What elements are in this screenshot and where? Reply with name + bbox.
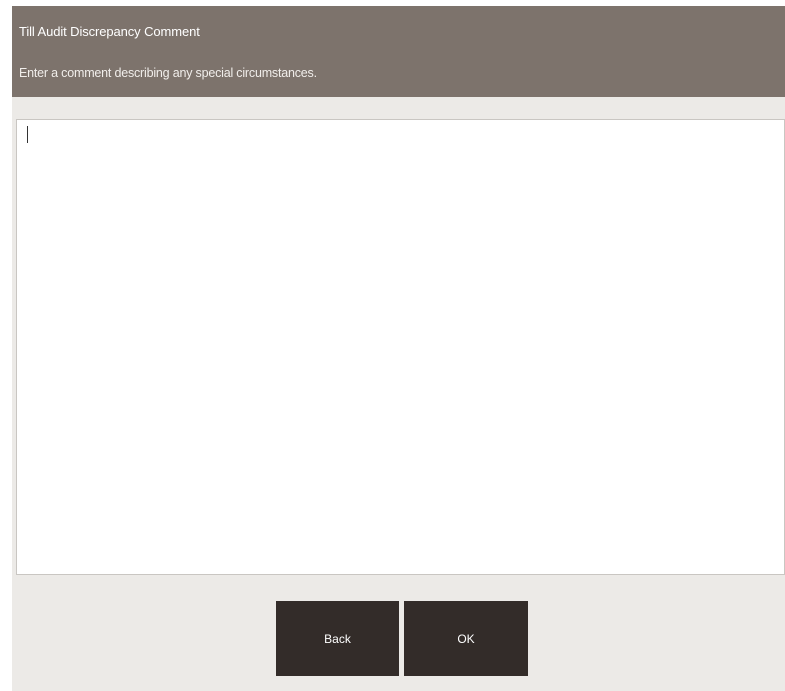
dialog-header: Till Audit Discrepancy Comment Enter a c… <box>12 6 785 97</box>
dialog-subtitle: Enter a comment describing any special c… <box>19 66 317 80</box>
till-audit-discrepancy-dialog: Till Audit Discrepancy Comment Enter a c… <box>12 6 785 691</box>
dialog-title: Till Audit Discrepancy Comment <box>19 24 200 39</box>
text-cursor <box>27 126 28 143</box>
comment-input[interactable] <box>16 119 785 575</box>
ok-button[interactable]: OK <box>404 601 528 676</box>
back-button[interactable]: Back <box>276 601 399 676</box>
